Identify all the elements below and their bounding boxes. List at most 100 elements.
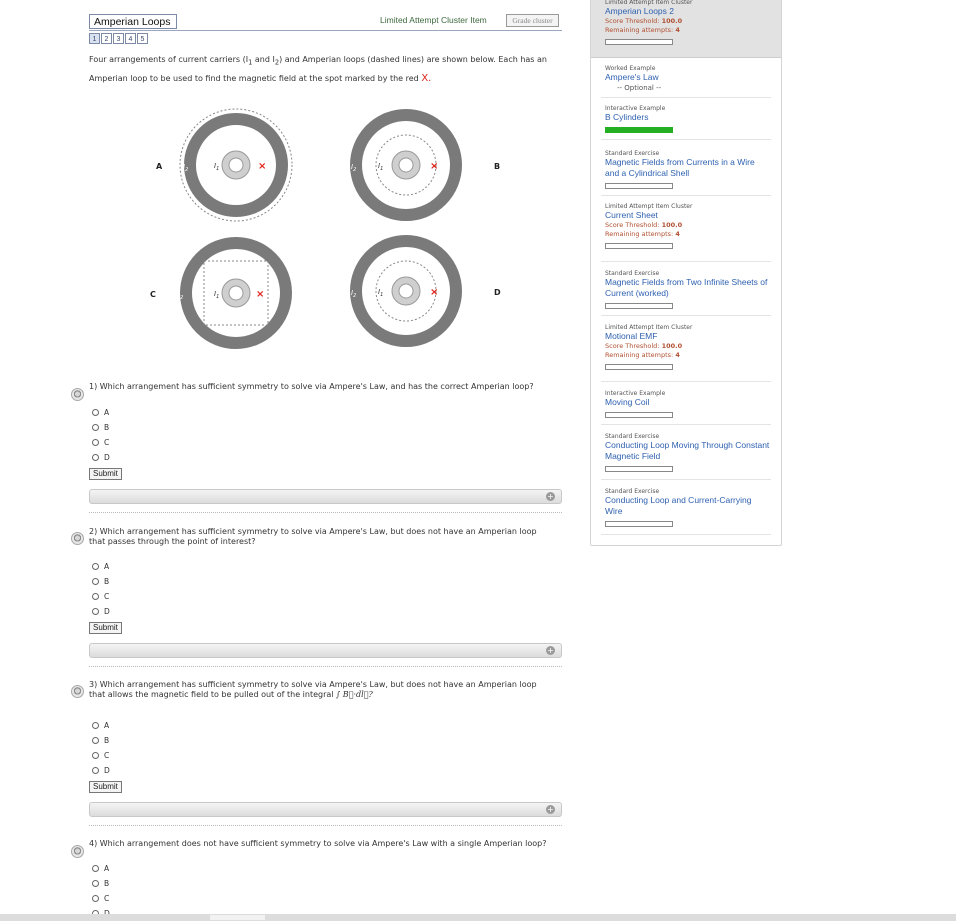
sidebar-item-magnetic-fields-wire-shell[interactable]: Standard Exercise Magnetic Fields from C… xyxy=(605,150,770,189)
item-threshold: Score Threshold: 100.0 xyxy=(605,342,683,350)
item-type: Limited Attempt Item Cluster xyxy=(605,203,693,210)
label-d: D xyxy=(494,288,501,297)
option-label: C xyxy=(104,751,110,760)
item-type: Interactive Example xyxy=(605,390,666,397)
divider xyxy=(601,139,771,140)
option-b[interactable]: B xyxy=(92,876,110,891)
wire-core xyxy=(398,283,414,299)
header-divider xyxy=(89,30,562,31)
intro-text: Four arrangements of current carriers (I xyxy=(89,55,249,64)
question-1-submit-button[interactable]: Submit xyxy=(89,468,122,480)
radio-icon[interactable] xyxy=(92,563,99,570)
option-b[interactable]: B xyxy=(92,420,110,435)
page-tab-3[interactable]: 3 xyxy=(113,33,124,44)
question-2-submit-button[interactable]: Submit xyxy=(89,622,122,634)
option-d[interactable]: D xyxy=(92,450,110,465)
expand-icon[interactable]: + xyxy=(546,646,555,655)
item-optional-note: -- Optional -- xyxy=(617,84,662,92)
divider xyxy=(89,666,562,667)
radio-icon[interactable] xyxy=(92,454,99,461)
question-1-text: 1) Which arrangement has sufficient symm… xyxy=(89,382,534,391)
option-a[interactable]: A xyxy=(92,559,110,574)
item-threshold: Score Threshold: 100.0 xyxy=(605,17,683,25)
radio-icon[interactable] xyxy=(92,865,99,872)
assignment-sidebar: Limited Attempt Item Cluster Amperian Lo… xyxy=(590,0,782,546)
sidebar-item-amperian-loops-2[interactable]: Limited Attempt Item Cluster Amperian Lo… xyxy=(605,0,770,45)
option-d[interactable]: D xyxy=(92,763,110,778)
radio-icon[interactable] xyxy=(92,424,99,431)
radio-icon[interactable] xyxy=(92,752,99,759)
radio-icon[interactable] xyxy=(92,880,99,887)
item-threshold: Score Threshold: 100.0 xyxy=(605,221,683,229)
expand-icon[interactable]: + xyxy=(546,492,555,501)
label-i1: I1 xyxy=(214,162,219,172)
divider xyxy=(601,195,771,196)
expand-icon[interactable]: + xyxy=(546,805,555,814)
item-title[interactable]: Motional EMF xyxy=(605,331,770,342)
page-title: Amperian Loops 2 xyxy=(89,14,177,43)
wire-core xyxy=(228,285,244,301)
radio-icon[interactable] xyxy=(92,593,99,600)
option-label: A xyxy=(104,864,110,873)
intro-text: and I xyxy=(252,55,275,64)
sidebar-item-b-cylinders[interactable]: Interactive Example B Cylinders xyxy=(605,105,770,133)
item-title[interactable]: Magnetic Fields from Currents in a Wire … xyxy=(605,157,770,179)
question-1-feedback-bar[interactable]: + xyxy=(89,489,562,504)
radio-icon[interactable] xyxy=(92,578,99,585)
option-c[interactable]: C xyxy=(92,435,110,450)
page-tab-2[interactable]: 2 xyxy=(101,33,112,44)
item-title[interactable]: Current Sheet xyxy=(605,210,770,221)
grade-cluster-button[interactable]: Grade cluster xyxy=(506,14,559,27)
item-progress-bar xyxy=(605,521,673,527)
page-tab-4[interactable]: 4 xyxy=(125,33,136,44)
option-b[interactable]: B xyxy=(92,574,110,589)
sidebar-item-conducting-loop-field[interactable]: Standard Exercise Conducting Loop Moving… xyxy=(605,433,770,472)
item-title[interactable]: B Cylinders xyxy=(605,112,770,123)
sidebar-item-amperes-law[interactable]: Worked Example Ampere's Law -- Optional … xyxy=(605,65,770,93)
option-label: A xyxy=(104,721,110,730)
option-c[interactable]: C xyxy=(92,589,110,604)
option-a[interactable]: A xyxy=(92,861,110,876)
item-title[interactable]: Amperian Loops 2 xyxy=(605,6,770,17)
arrangement-c: C I2 I1 × xyxy=(150,237,292,349)
label-i1: I1 xyxy=(378,162,383,172)
option-d[interactable]: D xyxy=(92,604,110,619)
question-1-options: A B C D xyxy=(92,405,110,465)
sidebar-item-two-infinite-sheets[interactable]: Standard Exercise Magnetic Fields from T… xyxy=(605,270,770,309)
scrollbar-thumb[interactable] xyxy=(210,915,265,920)
radio-icon[interactable] xyxy=(92,767,99,774)
sidebar-item-conducting-loop-wire[interactable]: Standard Exercise Conducting Loop and Cu… xyxy=(605,488,770,527)
item-title[interactable]: Ampere's Law xyxy=(605,72,770,83)
option-c[interactable]: C xyxy=(92,891,110,906)
question-3-submit-button[interactable]: Submit xyxy=(89,781,122,793)
wire-core xyxy=(228,157,244,173)
point-of-interest: × xyxy=(258,161,266,172)
sidebar-item-motional-emf[interactable]: Limited Attempt Item Cluster Motional EM… xyxy=(605,324,770,370)
item-title[interactable]: Conducting Loop Moving Through Constant … xyxy=(605,440,770,462)
radio-icon[interactable] xyxy=(92,737,99,744)
radio-icon[interactable] xyxy=(92,608,99,615)
item-title[interactable]: Moving Coil xyxy=(605,397,770,408)
radio-icon[interactable] xyxy=(92,439,99,446)
horizontal-scrollbar[interactable] xyxy=(0,914,956,921)
question-2-feedback-bar[interactable]: + xyxy=(89,643,562,658)
option-b[interactable]: B xyxy=(92,733,110,748)
radio-icon[interactable] xyxy=(92,722,99,729)
option-a[interactable]: A xyxy=(92,405,110,420)
item-title[interactable]: Magnetic Fields from Two Infinite Sheets… xyxy=(605,277,770,299)
item-title[interactable]: Conducting Loop and Current-Carrying Wir… xyxy=(605,495,770,517)
option-label: A xyxy=(104,562,110,571)
radio-icon[interactable] xyxy=(92,895,99,902)
page-tab-1[interactable]: 1 xyxy=(89,33,100,44)
item-attempts: Remaining attempts: 4 xyxy=(605,351,680,359)
question-3-feedback-bar[interactable]: + xyxy=(89,802,562,817)
sidebar-item-current-sheet[interactable]: Limited Attempt Item Cluster Current She… xyxy=(605,203,770,249)
sidebar-item-moving-coil[interactable]: Interactive Example Moving Coil xyxy=(605,390,770,418)
question-2-text: 2) Which arrangement has sufficient symm… xyxy=(89,527,537,546)
page-tab-5[interactable]: 5 xyxy=(137,33,148,44)
option-a[interactable]: A xyxy=(92,718,110,733)
option-c[interactable]: C xyxy=(92,748,110,763)
item-type: Limited Attempt Item Cluster xyxy=(605,324,693,331)
option-label: A xyxy=(104,408,110,417)
radio-icon[interactable] xyxy=(92,409,99,416)
